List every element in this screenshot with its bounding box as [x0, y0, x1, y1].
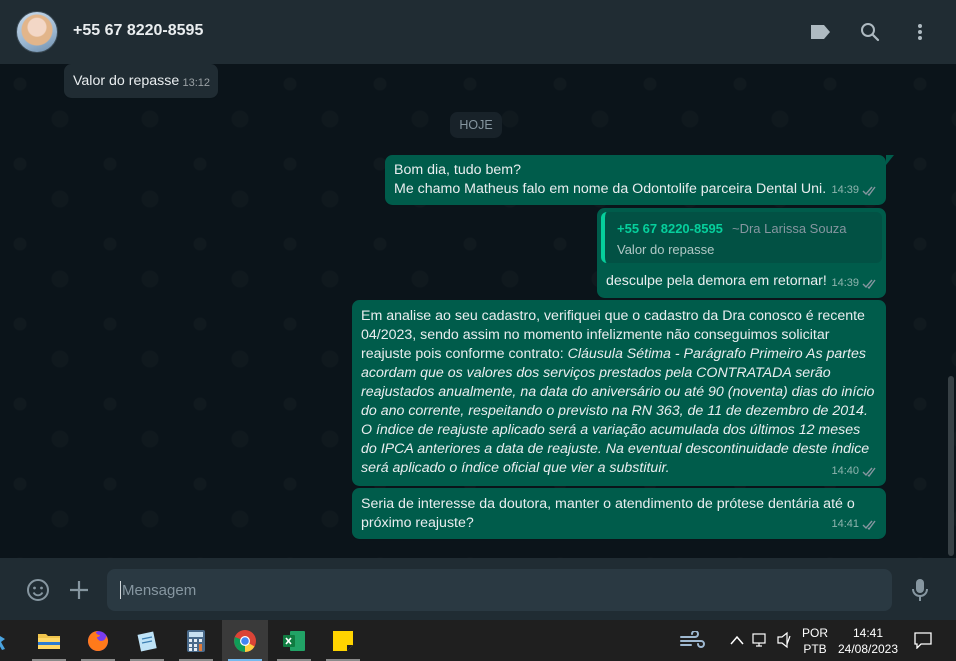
message-text: Bom dia, tudo bem? Me chamo Matheus falo… — [394, 161, 826, 199]
emoji-icon[interactable] — [25, 577, 51, 603]
clock[interactable]: 14:41 24/08/2023 — [836, 625, 900, 657]
contact-avatar[interactable] — [16, 11, 58, 53]
read-receipt-icon — [862, 467, 876, 477]
network-icon[interactable] — [752, 632, 770, 653]
taskbar-excel[interactable] — [271, 620, 317, 661]
message-outgoing-reply[interactable]: +55 67 8220-8595 ~Dra Larissa Souza Valo… — [597, 208, 886, 298]
taskbar-app-partial[interactable] — [0, 620, 14, 661]
message-input[interactable] — [107, 569, 892, 611]
attach-plus-icon[interactable] — [66, 577, 92, 603]
message-input-box[interactable] — [107, 569, 892, 611]
read-receipt-icon — [862, 279, 876, 289]
message-text: Valor do repasse — [73, 73, 180, 89]
taskbar-notepad[interactable] — [124, 620, 170, 661]
chat-header: +55 67 8220-8595 — [0, 0, 956, 64]
folder-icon — [38, 633, 60, 649]
volume-icon[interactable] — [776, 631, 794, 654]
message-outgoing[interactable]: Seria de interesse da doutora, manter o … — [352, 488, 886, 539]
quoted-alias: ~Dra Larissa Souza — [732, 221, 847, 236]
message-text: Em analise ao seu cadastro, verifiquei q… — [361, 307, 875, 478]
notepad-icon — [137, 631, 157, 651]
text-caret — [120, 581, 121, 599]
language-code: POR — [801, 626, 828, 640]
message-text: Seria de interesse da doutora, manter o … — [361, 496, 855, 531]
message-incoming[interactable]: Valor do repasse 13:12 — [64, 64, 218, 98]
message-time: 14:39 — [831, 274, 878, 293]
chat-scrollbar[interactable] — [948, 376, 954, 556]
quoted-message[interactable]: +55 67 8220-8595 ~Dra Larissa Souza Valo… — [601, 212, 882, 263]
read-receipt-icon — [862, 186, 876, 196]
microphone-icon[interactable] — [907, 577, 933, 603]
quoted-author: +55 67 8220-8595 — [617, 221, 723, 236]
date-divider: HOJE — [450, 112, 502, 138]
chrome-icon — [234, 629, 256, 652]
message-time: 13:12 — [182, 77, 210, 89]
excel-icon — [283, 630, 305, 651]
quoted-text: Valor do repasse — [617, 242, 715, 257]
search-icon[interactable] — [858, 20, 882, 44]
weather-wind-icon[interactable] — [679, 630, 705, 654]
taskbar-chrome[interactable] — [222, 620, 268, 661]
sticky-note-icon — [333, 630, 353, 651]
message-outgoing[interactable]: Bom dia, tudo bem? Me chamo Matheus falo… — [385, 155, 894, 205]
message-text-italic: Cláusula Sétima - Parágrafo Primeiro As … — [361, 346, 875, 476]
taskbar-calculator[interactable] — [173, 620, 219, 661]
conversation-panel: Valor do repasse 13:12 HOJE Bom dia, tud… — [0, 64, 956, 558]
clock-time: 14:41 — [852, 626, 884, 640]
menu-icon[interactable] — [908, 20, 932, 44]
keyboard-layout: PTB — [803, 642, 827, 656]
message-text: desculpe pela demora em retornar! — [606, 273, 827, 289]
taskbar-firefox[interactable] — [75, 620, 121, 661]
calculator-icon — [187, 629, 205, 652]
message-time: 14:39 — [831, 181, 878, 200]
contact-name[interactable]: +55 67 8220-8595 — [73, 22, 203, 40]
firefox-icon — [88, 630, 108, 651]
clock-date: 24/08/2023 — [837, 642, 899, 656]
input-language[interactable]: POR PTB — [800, 625, 830, 657]
taskbar-file-explorer[interactable] — [26, 620, 72, 661]
taskbar-sticky-notes[interactable] — [320, 620, 366, 661]
windows-taskbar: POR PTB 14:41 24/08/2023 — [0, 620, 956, 661]
message-outgoing[interactable]: Em analise ao seu cadastro, verifiquei q… — [352, 300, 886, 486]
compose-bar — [0, 558, 956, 620]
message-time: 14:40 — [831, 462, 878, 481]
notification-center-icon[interactable] — [914, 631, 932, 654]
read-receipt-icon — [862, 520, 876, 530]
tray-chevron-up-icon[interactable] — [730, 632, 744, 650]
message-line: Me chamo Matheus falo em nome da Odontol… — [394, 181, 827, 197]
label-icon[interactable] — [808, 20, 832, 44]
message-time: 14:41 — [831, 515, 878, 534]
message-line: Bom dia, tudo bem? — [394, 162, 521, 178]
